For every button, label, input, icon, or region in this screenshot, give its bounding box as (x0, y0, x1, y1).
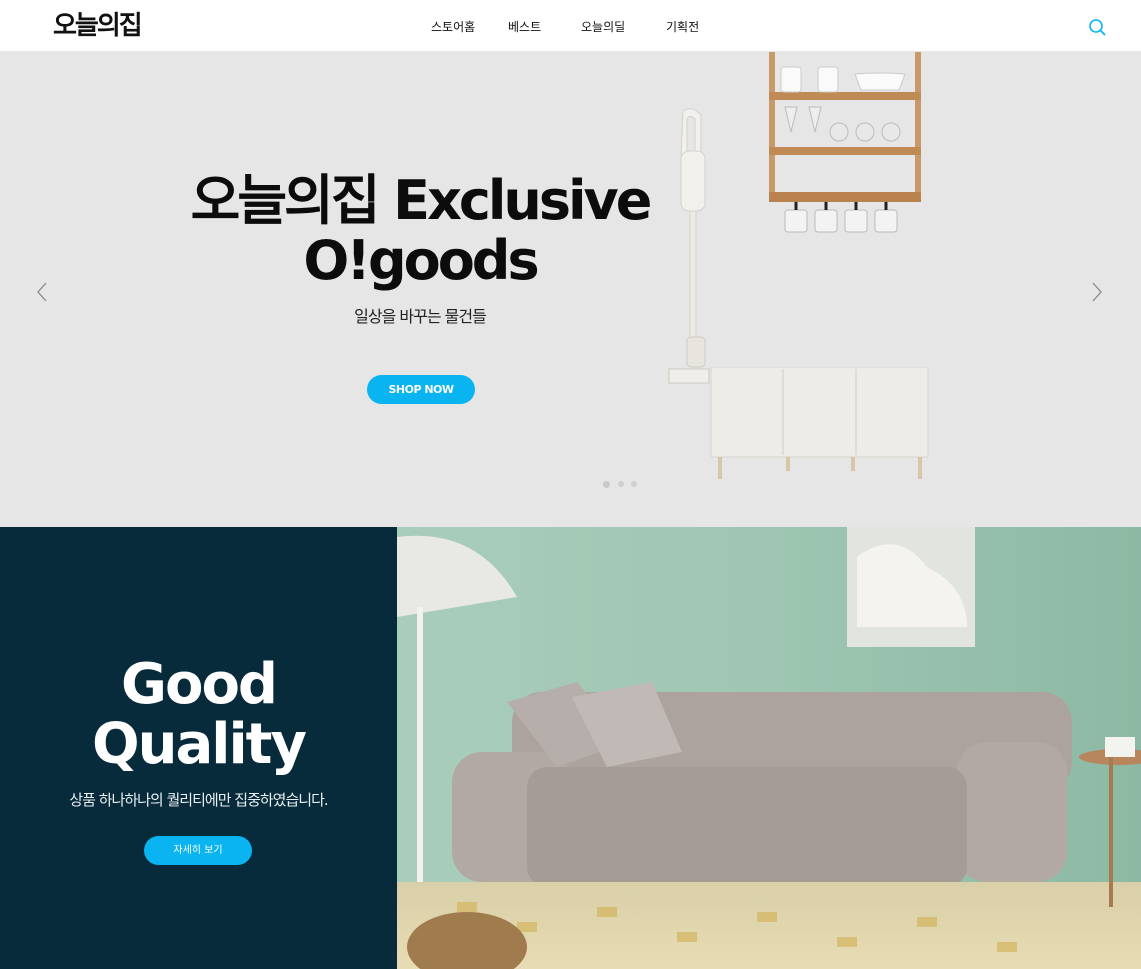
shop-now-button[interactable]: SHOP NOW (367, 375, 475, 404)
quality-panel: Good Quality 상품 하나하나의 퀄리티에만 집중하였습니다. 자세히… (0, 527, 397, 969)
quality-title-second: Quality (92, 712, 307, 777)
vacuum-cleaner-image (668, 108, 710, 384)
hero-banner: 오늘의집 Exclusive O!goods 일상을 바꾸는 물건들 SHOP … (0, 52, 1141, 527)
nav-item-today-deal[interactable]: 오늘의딜 (581, 18, 625, 36)
nav-item-store-home[interactable]: 스토어홈 (431, 18, 475, 36)
wall-shelf-image (769, 52, 921, 233)
slide-dot-1[interactable] (603, 481, 610, 488)
hero-subtitle: 일상을 바꾸는 물건들 (354, 307, 487, 326)
sofa-living-room-image (397, 527, 1141, 969)
search-icon[interactable] (1088, 18, 1106, 36)
nav-item-best[interactable]: 베스트 (508, 18, 541, 36)
slide-dot-3[interactable] (631, 481, 637, 487)
chevron-right-icon[interactable] (1089, 280, 1105, 304)
nav-item-exhibition[interactable]: 기획전 (666, 18, 699, 36)
site-header: 오늘의집 스토어홈 베스트 오늘의딜 기획전 (0, 0, 1141, 52)
view-details-button[interactable]: 자세히 보기 (144, 836, 252, 865)
sideboard-cabinet-image (710, 367, 929, 479)
main-nav: 스토어홈 베스트 오늘의딜 기획전 (0, 0, 1141, 52)
quality-subtitle: 상품 하나하나의 퀄리티에만 집중하였습니다. (69, 791, 328, 809)
hero-title: 오늘의집 Exclusive (190, 169, 653, 232)
chevron-left-icon[interactable] (34, 280, 50, 304)
slide-dot-2[interactable] (618, 481, 624, 487)
quality-title: Good (121, 652, 278, 717)
hero-title-brand: O!goods (303, 229, 539, 292)
